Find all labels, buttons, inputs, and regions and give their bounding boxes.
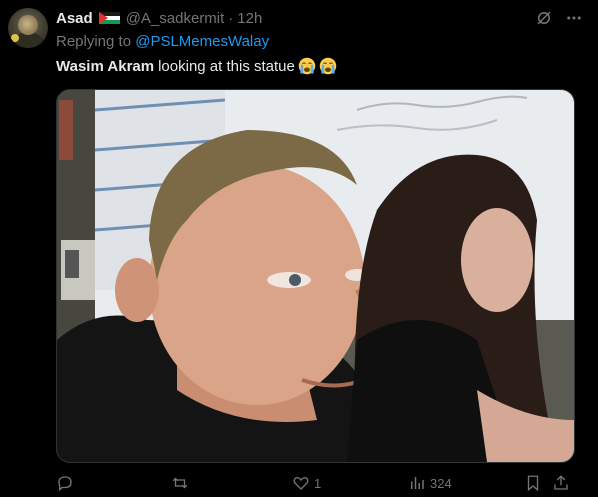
repost-button[interactable] bbox=[171, 472, 193, 494]
bookmark-button[interactable] bbox=[524, 472, 542, 494]
tweet-body-text: looking at this statue bbox=[158, 57, 295, 75]
tweet-header: Asad @A_sadkermit · 12h bbox=[56, 9, 262, 27]
repost-icon bbox=[172, 477, 188, 489]
loudly-crying-face-icon bbox=[319, 57, 337, 75]
tweet-photo[interactable]: 4-3 bbox=[56, 89, 575, 463]
views-button[interactable]: 324 bbox=[408, 472, 452, 494]
tweet-bold-text: Wasim Akram bbox=[56, 57, 155, 75]
bookmark-icon bbox=[527, 475, 539, 492]
palestine-flag-icon bbox=[98, 11, 120, 25]
loudly-crying-face-icon bbox=[298, 57, 316, 75]
tweet-text: Wasim Akram looking at this statue bbox=[56, 57, 337, 75]
replying-to: Replying to @PSLMemesWalay bbox=[56, 33, 269, 50]
more-icon[interactable] bbox=[564, 8, 584, 28]
grok-icon[interactable] bbox=[534, 8, 554, 28]
views-count: 324 bbox=[430, 475, 452, 491]
display-name[interactable]: Asad bbox=[56, 10, 93, 27]
share-icon bbox=[554, 475, 568, 490]
avatar[interactable] bbox=[8, 8, 48, 48]
views-icon bbox=[411, 477, 424, 489]
classroom-photo-illustration: 4-3 bbox=[57, 90, 574, 462]
timestamp[interactable]: 12h bbox=[237, 10, 262, 27]
user-handle[interactable]: @A_sadkermit bbox=[126, 10, 225, 27]
like-icon bbox=[293, 477, 309, 490]
separator-dot: · bbox=[228, 9, 234, 27]
share-button[interactable] bbox=[552, 472, 570, 494]
action-bar: 1 324 bbox=[56, 472, 576, 494]
like-button[interactable]: 1 bbox=[292, 472, 321, 494]
mention-link[interactable]: @PSLMemesWalay bbox=[135, 33, 269, 50]
reply-icon bbox=[58, 476, 72, 492]
like-count: 1 bbox=[314, 475, 322, 491]
tweet[interactable]: Asad @A_sadkermit · 12h Replying to @PSL… bbox=[0, 0, 598, 497]
reply-button[interactable] bbox=[56, 472, 78, 494]
top-actions bbox=[534, 8, 584, 28]
replying-prefix: Replying to bbox=[56, 33, 132, 50]
